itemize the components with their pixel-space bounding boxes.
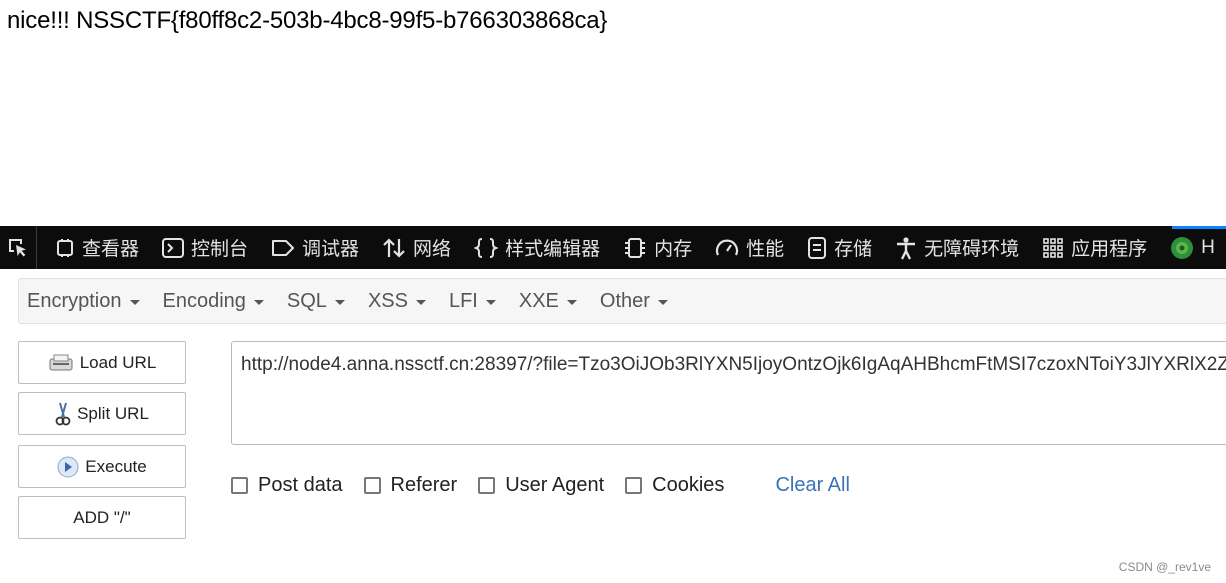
application-icon [1043, 237, 1063, 258]
load-url-button[interactable]: Load URL [18, 341, 186, 384]
add-slash-label: ADD "/" [73, 507, 131, 527]
style-editor-icon [474, 237, 499, 258]
accessibility-icon [897, 236, 916, 260]
chevron-down-icon [485, 299, 496, 305]
execute-button[interactable]: Execute [18, 445, 186, 488]
post-data-option[interactable]: Post data [231, 474, 343, 497]
menu-xss[interactable]: XSS [368, 290, 426, 313]
post-data-label: Post data [258, 473, 343, 496]
menu-lfi[interactable]: LFI [449, 290, 496, 313]
tab-accessibility-label: 无障碍环境 [924, 239, 1020, 260]
cookies-label: Cookies [652, 473, 725, 496]
load-url-icon [49, 354, 73, 370]
split-url-label: Split URL [77, 403, 149, 423]
chevron-down-icon [129, 299, 140, 305]
execute-label: Execute [85, 456, 147, 476]
tab-inspector-label: 查看器 [82, 239, 140, 260]
load-url-label: Load URL [79, 352, 157, 372]
tab-memory[interactable]: 内存 [611, 226, 703, 269]
chevron-down-icon [566, 299, 577, 305]
tab-storage-label: 存储 [834, 239, 873, 260]
menu-sql-label: SQL [286, 289, 327, 312]
add-slash-button[interactable]: ADD "/" [18, 496, 186, 539]
memory-icon [625, 237, 646, 258]
tab-application-label: 应用程序 [1071, 239, 1148, 260]
tab-accessibility[interactable]: 无障碍环境 [883, 226, 1030, 269]
chevron-down-icon [415, 299, 426, 305]
url-input-value: http://node4.anna.nssctf.cn:28397/?file=… [241, 354, 1226, 375]
tab-console[interactable]: 控制台 [150, 226, 259, 269]
console-icon [162, 237, 185, 258]
performance-icon [716, 239, 739, 255]
menu-lfi-label: LFI [448, 289, 478, 312]
menu-encryption-label: Encryption [27, 289, 122, 312]
tab-style-editor[interactable]: 样式编辑器 [462, 226, 611, 269]
post-data-checkbox[interactable] [231, 476, 248, 494]
request-options: Post data Referer User Agent Cookies Cle… [231, 472, 850, 498]
element-picker-icon [9, 238, 26, 256]
tab-network-label: 网络 [413, 239, 452, 260]
user-agent-label: User Agent [505, 473, 605, 496]
hackbar-menu: Encryption Encoding SQL XSS LFI XXE Othe… [18, 278, 1226, 324]
menu-sql[interactable]: SQL [287, 290, 345, 313]
chevron-down-icon [657, 299, 668, 305]
menu-xxe[interactable]: XXE [519, 290, 577, 313]
tab-performance[interactable]: 性能 [703, 226, 795, 269]
user-agent-option[interactable]: User Agent [478, 474, 604, 497]
tab-debugger-label: 调试器 [302, 239, 360, 260]
cookies-checkbox[interactable] [625, 476, 643, 494]
menu-other-label: Other [599, 289, 650, 312]
devtools-toolbar: 查看器 控制台 调试器 网络 样式编辑器 内存 性能 存储 无障碍环境 应用程序… [0, 226, 1226, 269]
tab-network[interactable]: 网络 [370, 226, 462, 269]
user-agent-checkbox[interactable] [478, 476, 496, 494]
chevron-down-icon [334, 299, 345, 305]
referer-label: Referer [390, 473, 458, 496]
split-url-button[interactable]: Split URL [18, 392, 186, 435]
tab-console-label: 控制台 [191, 239, 249, 260]
clear-all-link[interactable]: Clear All [775, 474, 849, 497]
tab-storage[interactable]: 存储 [795, 226, 883, 269]
page-output-text: nice!!! NSSCTF{f80ff8c2-503b-4bc8-99f5-b… [7, 7, 608, 34]
menu-encoding-label: Encoding [162, 289, 246, 312]
menu-other[interactable]: Other [600, 290, 668, 313]
tab-memory-label: 内存 [654, 239, 693, 260]
watermark: CSDN @_rev1ve [1118, 560, 1211, 574]
tab-performance-label: 性能 [746, 239, 785, 260]
tab-debugger[interactable]: 调试器 [259, 226, 370, 269]
url-input[interactable]: http://node4.anna.nssctf.cn:28397/?file=… [231, 341, 1226, 445]
referer-checkbox[interactable] [363, 476, 381, 494]
inspector-icon [57, 238, 73, 257]
tab-inspector[interactable]: 查看器 [43, 226, 150, 269]
network-icon [383, 237, 405, 258]
play-icon [57, 456, 79, 477]
tab-hackbar[interactable]: H [1158, 226, 1215, 269]
hackbar-icon [1171, 236, 1194, 259]
tab-style-editor-label: 样式编辑器 [505, 239, 601, 260]
cookies-option[interactable]: Cookies [625, 474, 724, 497]
tab-application[interactable]: 应用程序 [1030, 226, 1158, 269]
menu-xxe-label: XXE [518, 289, 559, 312]
debugger-icon [272, 239, 295, 256]
chevron-down-icon [253, 299, 264, 305]
tab-hackbar-label: H [1201, 236, 1215, 258]
element-picker-button[interactable] [0, 226, 37, 269]
menu-encryption[interactable]: Encryption [27, 290, 140, 313]
menu-encoding[interactable]: Encoding [163, 290, 264, 313]
storage-icon [808, 236, 827, 259]
menu-xss-label: XSS [367, 289, 408, 312]
referer-option[interactable]: Referer [363, 473, 458, 497]
scissors-icon [55, 402, 71, 425]
